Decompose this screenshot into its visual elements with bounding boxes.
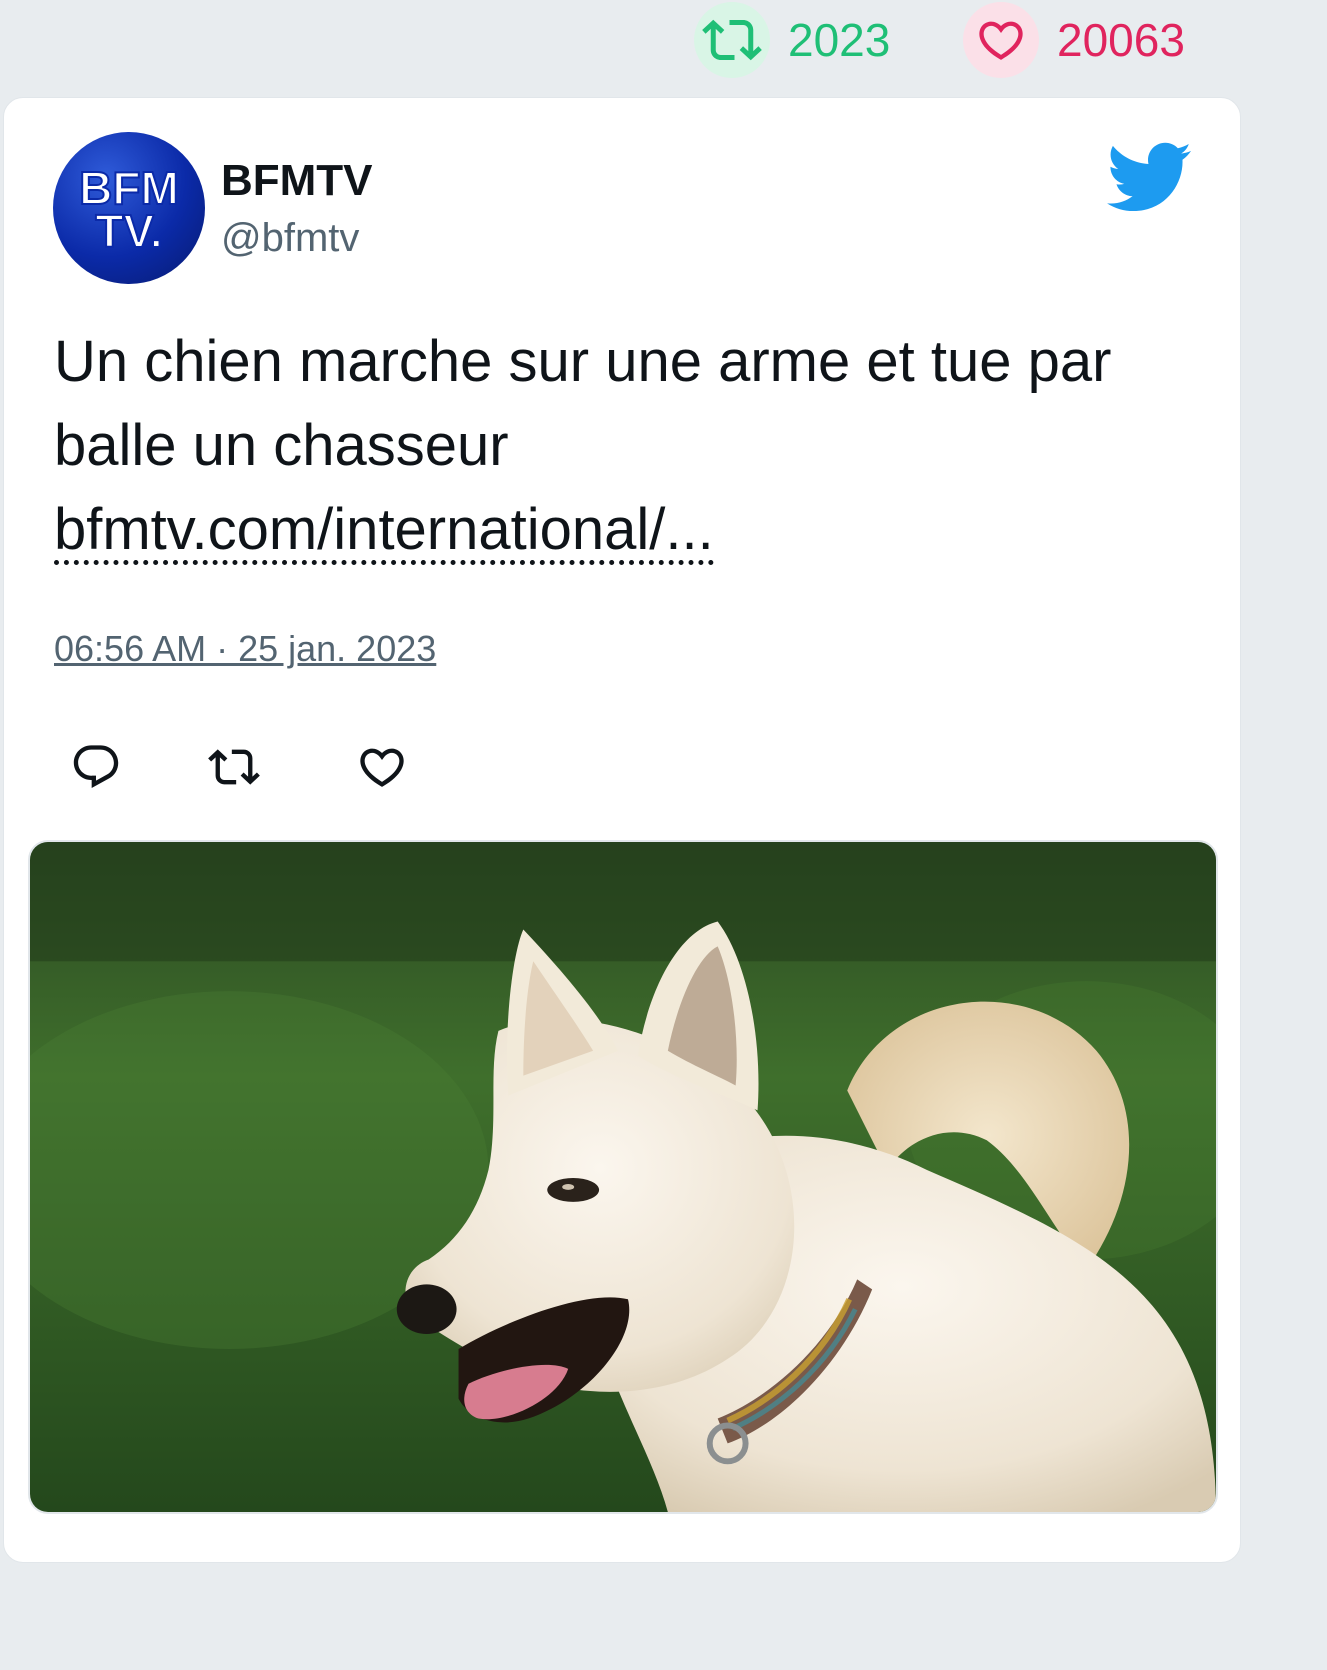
like-count-stat[interactable]: 20063	[963, 2, 1185, 78]
tweet-timestamp[interactable]: 06:56 AM · 25 jan. 2023	[54, 628, 436, 670]
avatar[interactable]: BFM TV.	[53, 132, 205, 284]
twitter-bird-icon[interactable]	[1103, 140, 1193, 214]
engagement-stats-bar: 2023 20063	[0, 0, 1246, 80]
like-button[interactable]	[356, 741, 408, 793]
tweet-text: Un chien marche sur une arme et tue par …	[54, 329, 1112, 478]
author-handle[interactable]: @bfmtv	[221, 216, 359, 261]
like-count: 20063	[1057, 14, 1185, 66]
author-name[interactable]: BFMTV	[221, 156, 373, 206]
reply-button[interactable]	[70, 741, 122, 793]
tweet-link[interactable]: bfmtv.com/international/...	[54, 500, 714, 565]
tweet-media-photo[interactable]	[28, 840, 1218, 1514]
retweet-count-stat[interactable]: 2023	[694, 2, 890, 78]
tweet-card: BFM TV. BFMTV @bfmtv Un chien marche sur…	[3, 97, 1241, 1563]
reply-icon	[73, 745, 119, 789]
heart-icon	[360, 748, 404, 787]
avatar-logo-text-line2: TV.	[95, 205, 162, 257]
retweet-button[interactable]	[208, 741, 260, 793]
retweet-count: 2023	[788, 14, 891, 66]
tweet-text-block: Un chien marche sur une arme et tue par …	[54, 320, 1204, 572]
heart-icon	[963, 2, 1039, 78]
photo-white-dog-on-grass	[30, 842, 1216, 1512]
retweet-icon	[208, 749, 260, 785]
retweet-icon	[694, 2, 770, 78]
